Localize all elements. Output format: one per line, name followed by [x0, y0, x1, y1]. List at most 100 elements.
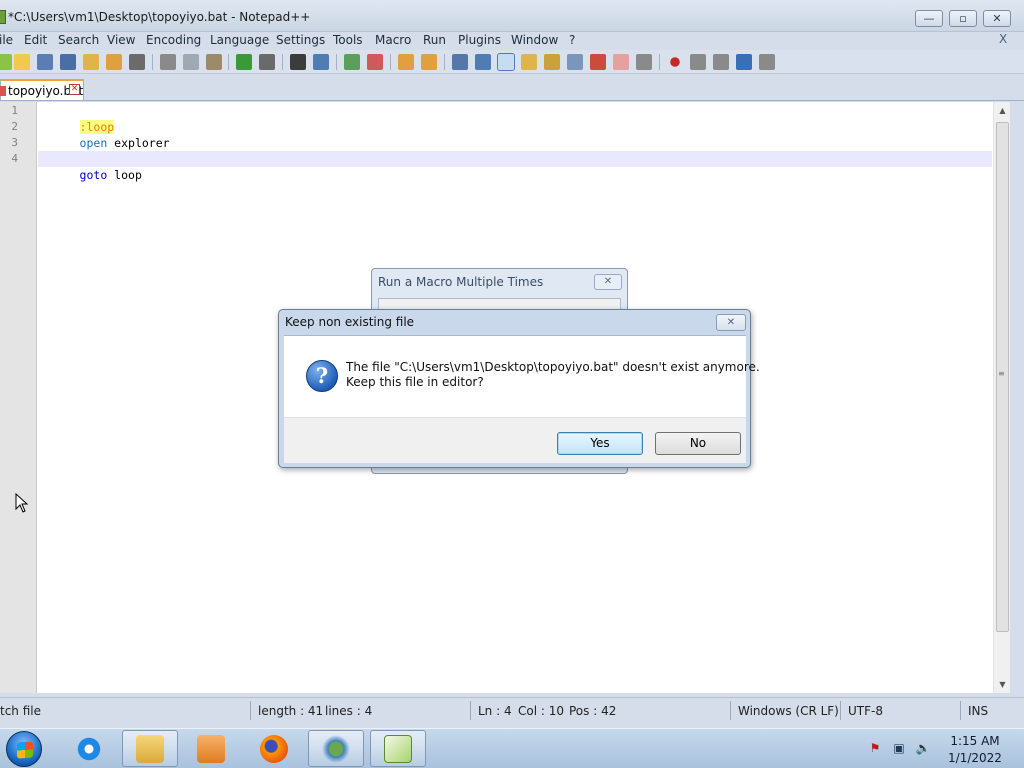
status-lines: lines : 4: [325, 704, 373, 718]
sync-vertical-icon[interactable]: [398, 54, 414, 70]
run-macro-multiple-icon[interactable]: [736, 54, 752, 70]
status-length: length : 41: [258, 704, 324, 718]
dialog-close-button[interactable]: ✕: [716, 314, 746, 331]
monitoring-icon[interactable]: [613, 54, 629, 70]
code-line[interactable]: :loop: [38, 103, 115, 134]
paste-icon[interactable]: [206, 54, 222, 70]
taskbar-notepad-plus-plus[interactable]: [370, 730, 426, 767]
menu-file[interactable]: ile: [0, 33, 13, 47]
function-list-icon[interactable]: [567, 54, 583, 70]
line-number-gutter: 1 2 3 4: [0, 102, 37, 693]
status-ln: Ln : 4: [478, 704, 512, 718]
redo-icon[interactable]: [259, 54, 275, 70]
toolbar-separator: [228, 54, 229, 70]
status-separator: [730, 701, 731, 720]
show-all-characters-icon[interactable]: [475, 54, 491, 70]
scroll-up-icon[interactable]: ▲: [994, 102, 1011, 119]
open-file-icon[interactable]: [14, 54, 30, 70]
clock-date[interactable]: 1/1/2022: [940, 751, 1010, 765]
code-line[interactable]: open cmd: [38, 135, 135, 166]
menu-bar: ile Edit Search View Encoding Language S…: [0, 32, 1024, 49]
media-player-icon: [197, 734, 225, 763]
cut-icon[interactable]: [160, 54, 176, 70]
window-title: *C:\Users\vm1\Desktop\topoyiyo.bat - Not…: [8, 10, 311, 24]
menu-help[interactable]: ?: [569, 33, 575, 47]
code-line[interactable]: open explorer: [38, 119, 170, 150]
menu-window[interactable]: Window: [511, 33, 558, 47]
taskbar-network-app[interactable]: [308, 730, 364, 767]
dialog-message-area: ? The file "C:\Users\vm1\Desktop\topoyiy…: [284, 335, 760, 417]
taskbar: ⚑ ▣ 🔈 1:15 AM 1/1/2022: [0, 728, 1024, 768]
document-map-icon[interactable]: [544, 54, 560, 70]
taskbar-internet-explorer[interactable]: [61, 730, 117, 767]
start-button[interactable]: [6, 731, 42, 767]
indent-guide-icon[interactable]: [497, 53, 515, 71]
play-macro-icon[interactable]: [713, 54, 729, 70]
menu-search[interactable]: Search: [58, 33, 99, 47]
menu-tools[interactable]: Tools: [333, 33, 363, 47]
action-center-icon[interactable]: ⚑: [867, 741, 883, 755]
status-encoding: UTF-8: [848, 704, 883, 718]
zoom-in-icon[interactable]: [344, 54, 360, 70]
stop-macro-icon[interactable]: [690, 54, 706, 70]
find-icon[interactable]: [290, 54, 306, 70]
folder-as-workspace-icon[interactable]: [590, 54, 606, 70]
question-icon: ?: [306, 360, 338, 392]
status-mode: INS: [968, 704, 989, 718]
tab-topoyiyo-bat[interactable]: topoyiyo.bat ✕: [0, 79, 84, 100]
menu-encoding[interactable]: Encoding: [146, 33, 201, 47]
close-document-button[interactable]: X: [999, 32, 1007, 46]
record-macro-icon[interactable]: [670, 57, 680, 67]
menu-edit[interactable]: Edit: [24, 33, 47, 47]
close-file-icon[interactable]: [83, 54, 99, 70]
user-language-icon[interactable]: [521, 54, 537, 70]
close-window-button[interactable]: ✕: [983, 10, 1011, 27]
preview-icon[interactable]: [636, 54, 652, 70]
windows-logo-icon: [17, 741, 33, 759]
new-file-icon[interactable]: [0, 54, 12, 70]
replace-icon[interactable]: [313, 54, 329, 70]
undo-icon[interactable]: [236, 54, 252, 70]
status-pos: Pos : 42: [569, 704, 617, 718]
zoom-out-icon[interactable]: [367, 54, 383, 70]
message-line: Keep this file in editor?: [346, 375, 484, 389]
line-number: 4: [11, 152, 18, 165]
save-icon[interactable]: [37, 54, 53, 70]
firefox-icon: [260, 734, 288, 763]
sync-horizontal-icon[interactable]: [421, 54, 437, 70]
menu-plugins[interactable]: Plugins: [458, 33, 501, 47]
clock-time[interactable]: 1:15 AM: [940, 734, 1010, 748]
current-code-line[interactable]: goto loop: [38, 151, 992, 182]
toolbar: [0, 50, 1024, 74]
copy-icon[interactable]: [183, 54, 199, 70]
dialog-close-button[interactable]: ✕: [594, 274, 622, 290]
taskbar-media-player[interactable]: [183, 730, 239, 767]
tab-bar: topoyiyo.bat ✕: [0, 77, 1024, 101]
taskbar-firefox[interactable]: [246, 730, 302, 767]
line-number: 3: [11, 136, 18, 149]
yes-button[interactable]: Yes: [557, 432, 643, 455]
network-icon[interactable]: ▣: [891, 741, 907, 755]
save-macro-icon[interactable]: [759, 54, 775, 70]
volume-icon[interactable]: 🔈: [915, 741, 931, 755]
word-wrap-icon[interactable]: [452, 54, 468, 70]
toolbar-separator: [444, 54, 445, 70]
menu-view[interactable]: View: [107, 33, 135, 47]
close-all-icon[interactable]: [106, 54, 122, 70]
vertical-scrollbar[interactable]: ▲ ≡ ▼: [993, 102, 1010, 693]
print-icon[interactable]: [129, 54, 145, 70]
minimize-button[interactable]: —: [915, 10, 943, 27]
maximize-button[interactable]: ▫: [949, 10, 977, 27]
save-all-icon[interactable]: [60, 54, 76, 70]
taskbar-windows-explorer[interactable]: [122, 730, 178, 767]
menu-settings[interactable]: Settings: [276, 33, 325, 47]
message-line: The file "C:\Users\vm1\Desktop\topoyiyo.…: [346, 360, 760, 374]
tab-close-icon[interactable]: ✕: [69, 84, 80, 95]
status-separator: [250, 701, 251, 720]
menu-macro[interactable]: Macro: [375, 33, 411, 47]
dialog-title: Run a Macro Multiple Times: [378, 275, 544, 289]
scroll-down-icon[interactable]: ▼: [994, 676, 1011, 693]
menu-language[interactable]: Language: [210, 33, 269, 47]
no-button[interactable]: No: [655, 432, 741, 455]
menu-run[interactable]: Run: [423, 33, 446, 47]
